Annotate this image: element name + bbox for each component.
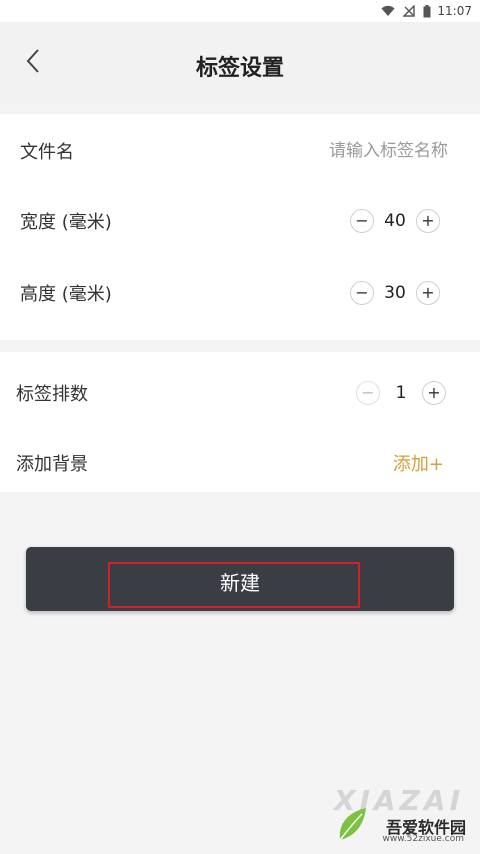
watermark: XIAZAI 吾爱软件园 www.52zixue.com	[334, 784, 474, 848]
status-time: 11:07	[437, 4, 472, 18]
watermark-url: www.52zixue.com	[382, 834, 464, 844]
height-increment-button[interactable]: +	[416, 281, 440, 305]
status-bar: 11:07	[0, 0, 480, 22]
height-decrement-button[interactable]: −	[350, 281, 374, 305]
plus-icon: +	[421, 211, 435, 230]
minus-icon: −	[361, 383, 375, 402]
background-label: 添加背景	[16, 454, 88, 475]
filename-input[interactable]	[248, 141, 448, 161]
leaf-logo-icon	[334, 804, 370, 844]
rows-value: 1	[395, 383, 407, 403]
height-row: 高度 (毫米) − 30 +	[0, 270, 480, 316]
label-size-card: 文件名 宽度 (毫米) − 40 + 高度 (毫米) − 30 +	[0, 114, 480, 340]
rows-stepper: − 1 +	[356, 381, 446, 405]
filename-label: 文件名	[20, 142, 74, 163]
header-bar: 标签设置	[0, 22, 480, 104]
battery-icon	[423, 4, 431, 18]
add-background-button[interactable]: 添加+	[393, 450, 444, 476]
rows-increment-button[interactable]: +	[422, 381, 446, 405]
height-stepper: − 30 +	[350, 281, 440, 305]
filename-row: 文件名	[0, 128, 480, 174]
minus-icon: −	[355, 283, 369, 302]
width-decrement-button[interactable]: −	[350, 209, 374, 233]
create-button[interactable]: 新建	[26, 547, 454, 611]
create-button-label: 新建	[220, 571, 260, 595]
page-title: 标签设置	[195, 56, 284, 81]
width-label: 宽度 (毫米)	[20, 212, 112, 233]
no-signal-icon	[403, 5, 416, 17]
height-label: 高度 (毫米)	[20, 284, 112, 305]
width-row: 宽度 (毫米) − 40 +	[0, 198, 480, 244]
minus-icon: −	[355, 211, 369, 230]
background-row: 添加背景 添加+	[0, 440, 480, 486]
width-increment-button[interactable]: +	[416, 209, 440, 233]
wifi-icon	[381, 5, 395, 17]
rows-row: 标签排数 − 1 +	[0, 370, 480, 416]
plus-icon: +	[427, 383, 441, 402]
width-stepper: − 40 +	[350, 209, 440, 233]
plus-icon: +	[421, 283, 435, 302]
width-value: 40	[384, 211, 406, 231]
rows-label: 标签排数	[16, 384, 88, 405]
height-value: 30	[384, 283, 406, 303]
rows-decrement-button[interactable]: −	[356, 381, 380, 405]
label-options-card: 标签排数 − 1 + 添加背景 添加+	[0, 352, 480, 492]
